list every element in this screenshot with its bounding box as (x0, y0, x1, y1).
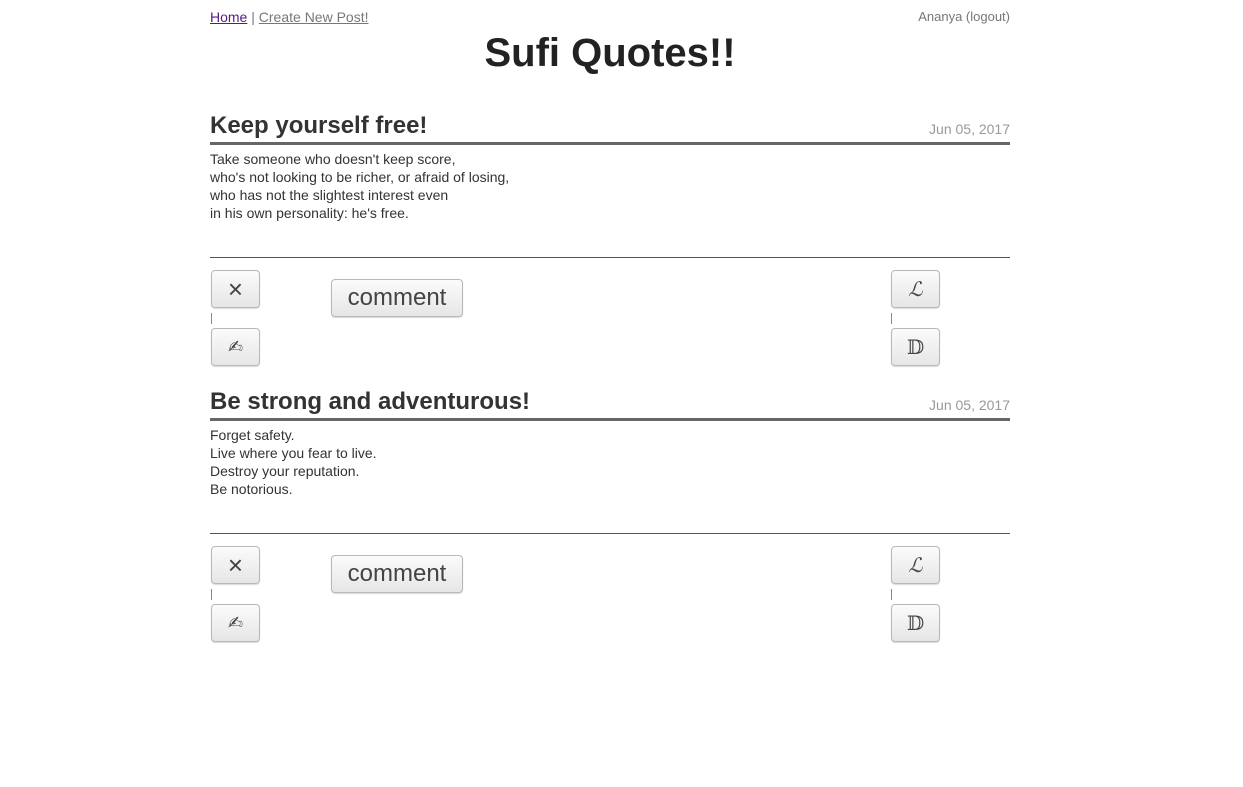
delete-button[interactable]: × (211, 546, 260, 584)
post-line: in his own personality: he's free. (210, 205, 409, 221)
post-line: Forget safety. (210, 427, 295, 443)
post-body: Forget safety. Live where you fear to li… (210, 426, 1010, 534)
comment-button[interactable]: comment (331, 279, 463, 317)
user-bar: Ananya (logout) (918, 9, 1010, 24)
post-line: Be notorious. (210, 481, 293, 497)
top-nav: Home | Create New Post! (210, 9, 369, 25)
separator (211, 313, 212, 324)
create-post-link[interactable]: Create New Post! (259, 9, 369, 25)
username: Ananya (918, 9, 963, 24)
post-title: Be strong and adventurous! (210, 388, 531, 415)
dislike-button[interactable]: 𝔻 (891, 328, 940, 366)
edit-button[interactable]: ✍ (211, 328, 260, 366)
post-line: who has not the slightest interest even (210, 187, 449, 203)
edit-pen-icon: ✍ (227, 612, 244, 633)
dislike-double-d-icon: 𝔻 (906, 335, 925, 359)
separator (891, 589, 892, 600)
delete-button[interactable]: × (211, 270, 260, 308)
like-script-l-icon: ℒ (908, 277, 923, 301)
post-actions: × ✍ comment ℒ 𝔻 (210, 258, 1010, 368)
edit-button[interactable]: ✍ (211, 604, 260, 642)
nav-separator: | (251, 9, 255, 25)
post-body: Take someone who doesn't keep score, who… (210, 150, 1010, 258)
home-link[interactable]: Home (210, 9, 247, 25)
edit-pen-icon: ✍ (227, 336, 244, 357)
post-line: Destroy your reputation. (210, 463, 360, 479)
like-button[interactable]: ℒ (891, 546, 940, 584)
site-title: Sufi Quotes!! (484, 31, 736, 75)
close-icon: × (227, 549, 244, 580)
close-icon: × (227, 273, 244, 304)
logout-link[interactable]: (logout) (966, 9, 1010, 24)
like-script-l-icon: ℒ (908, 553, 923, 577)
comment-button[interactable]: comment (331, 555, 463, 593)
dislike-button[interactable]: 𝔻 (891, 604, 940, 642)
dislike-double-d-icon: 𝔻 (906, 611, 925, 635)
post-header: Keep yourself free! Jun 05, 2017 (210, 112, 1010, 145)
post: Be strong and adventurous! Jun 05, 2017 … (210, 388, 1010, 644)
post-title: Keep yourself free! (210, 112, 428, 139)
post-date: Jun 05, 2017 (929, 121, 1010, 137)
post: Keep yourself free! Jun 05, 2017 Take so… (210, 112, 1010, 368)
post-header: Be strong and adventurous! Jun 05, 2017 (210, 388, 1010, 421)
separator (891, 313, 892, 324)
post-date: Jun 05, 2017 (929, 397, 1010, 413)
post-actions: × ✍ comment ℒ 𝔻 (210, 534, 1010, 644)
separator (211, 589, 212, 600)
like-button[interactable]: ℒ (891, 270, 940, 308)
post-line: Live where you fear to live. (210, 445, 377, 461)
post-line: who's not looking to be richer, or afrai… (210, 169, 510, 185)
post-line: Take someone who doesn't keep score, (210, 151, 456, 167)
page-container: Home | Create New Post! Ananya (logout) … (210, 0, 1010, 787)
